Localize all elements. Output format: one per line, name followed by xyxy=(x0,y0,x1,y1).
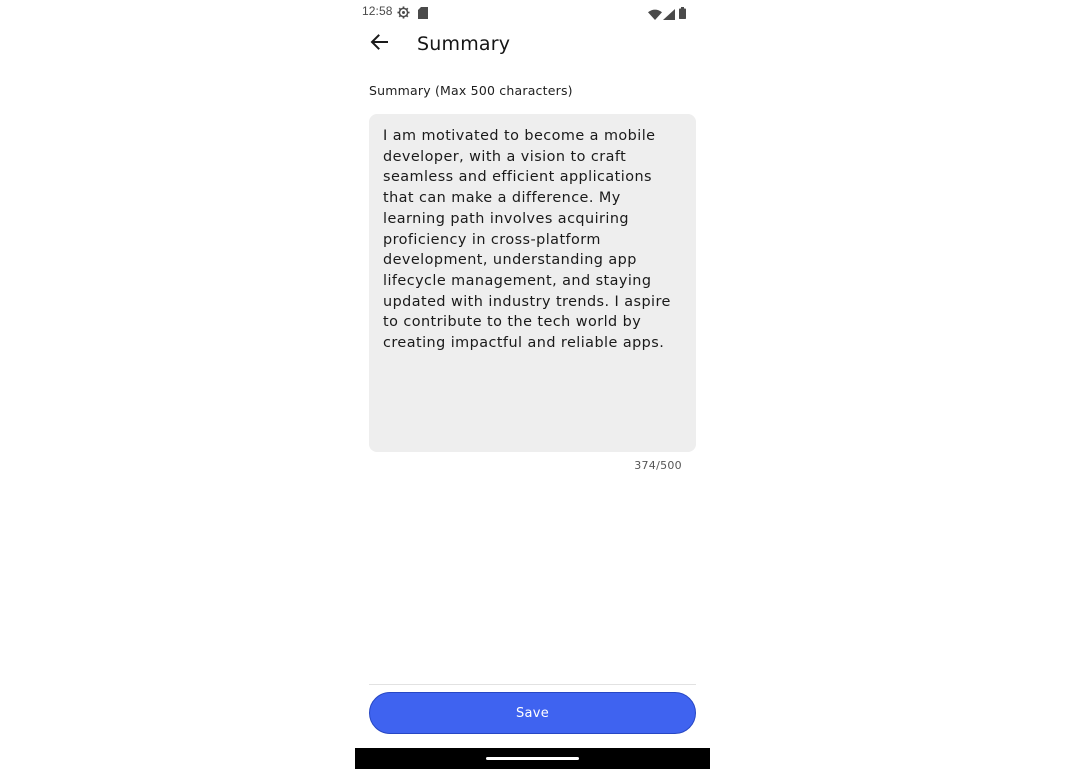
home-indicator[interactable] xyxy=(486,757,579,760)
save-button[interactable]: Save xyxy=(369,692,696,734)
sd-card-icon xyxy=(418,4,428,23)
status-time: 12:58 xyxy=(362,4,393,18)
back-button[interactable] xyxy=(365,30,393,58)
phone-screen: 12:58 Summary Summary (Max 500 character… xyxy=(355,0,710,769)
status-bar: 12:58 xyxy=(355,0,710,22)
system-navigation-bar xyxy=(355,748,710,769)
summary-field-label: Summary (Max 500 characters) xyxy=(369,83,573,98)
arrow-left-icon xyxy=(370,34,388,54)
divider xyxy=(369,684,696,685)
app-bar: Summary xyxy=(355,22,710,68)
gear-icon xyxy=(397,4,410,23)
summary-text-value: I am motivated to become a mobile develo… xyxy=(383,128,671,352)
battery-icon xyxy=(679,4,686,23)
summary-text-area[interactable]: I am motivated to become a mobile develo… xyxy=(369,114,696,452)
character-counter: 374/500 xyxy=(634,459,682,472)
page-title: Summary xyxy=(417,33,511,55)
